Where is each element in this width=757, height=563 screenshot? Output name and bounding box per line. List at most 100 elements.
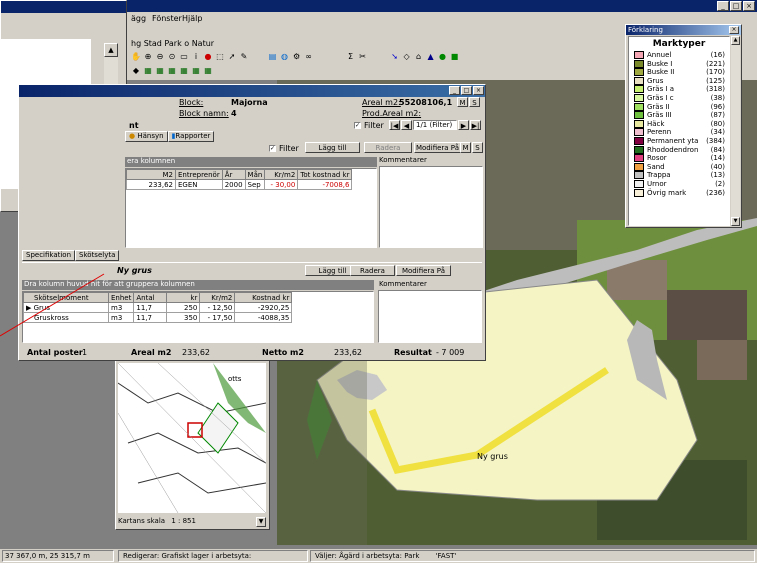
legend-scrollbar[interactable]: ▲ ▼ xyxy=(731,36,740,226)
col-kostnad[interactable]: Kostnad kr xyxy=(234,292,293,303)
arrow-icon[interactable]: ➘ xyxy=(390,52,400,62)
select-icon[interactable]: ⬚ xyxy=(215,52,225,62)
tool-c-icon[interactable]: ▦ xyxy=(155,66,165,76)
col-kr[interactable]: kr xyxy=(166,292,201,303)
footer-areal-label: Areal m2 xyxy=(131,348,172,357)
menu-item-window[interactable]: Fönster xyxy=(152,14,182,23)
tab-hansyn[interactable]: ● Hänsyn xyxy=(125,131,168,142)
legend-item[interactable]: Annuel (16) xyxy=(634,51,725,60)
legend-item[interactable]: Rhododendron (84) xyxy=(634,145,725,155)
close-button[interactable]: × xyxy=(743,1,755,11)
legend-scroll-down[interactable]: ▼ xyxy=(731,217,740,226)
col-lower-kr-m2[interactable]: Kr/m2 xyxy=(199,292,236,303)
legend-item[interactable]: Häck (80) xyxy=(634,119,725,129)
tools-icon[interactable]: ⚙ xyxy=(292,52,302,62)
table-row[interactable]: 233,62 EGEN 2000 Sep - 30,00 -7008,6 xyxy=(126,179,353,190)
legend-scroll-up[interactable]: ▲ xyxy=(731,36,740,45)
legend-item[interactable]: Övrig mark (236) xyxy=(634,188,725,198)
col-ar[interactable]: År xyxy=(221,169,246,180)
col-antal[interactable]: Antal xyxy=(133,292,168,303)
lower-kommentarer-box[interactable] xyxy=(378,290,482,343)
tab-m-button[interactable]: M xyxy=(460,142,471,153)
dialog-minimize-button[interactable]: _ xyxy=(449,86,460,95)
scroll-up-button[interactable]: ▲ xyxy=(104,43,118,57)
zoom-in-icon[interactable]: ⊕ xyxy=(143,52,153,62)
col-entreprenor[interactable]: Entreprenör xyxy=(175,169,223,180)
layers-icon[interactable]: ▤ xyxy=(268,52,278,62)
legend-item[interactable]: Rosor (14) xyxy=(634,154,725,163)
tool-b-icon[interactable]: ▦ xyxy=(143,66,153,76)
house-icon[interactable]: ⌂ xyxy=(414,52,424,62)
upper-kommentarer-box[interactable] xyxy=(379,166,483,248)
nav-record-field[interactable]: 1/1 (Filter) xyxy=(413,120,457,130)
areal-label: Areal m2: xyxy=(362,98,401,107)
draw-icon[interactable]: ✎ xyxy=(239,52,249,62)
radera-button[interactable]: Radera xyxy=(364,142,412,153)
nav-last-button[interactable]: ▶| xyxy=(470,120,481,130)
lower-radera-button[interactable]: Radera xyxy=(350,265,395,276)
measure-icon[interactable]: ▭ xyxy=(179,52,189,62)
minimize-button[interactable]: _ xyxy=(717,1,729,11)
overview-map[interactable]: otts xyxy=(118,363,266,513)
hand-icon[interactable]: ✋ xyxy=(131,52,141,62)
filter-checkbox[interactable]: ✓ xyxy=(354,122,361,129)
dialog-close-button[interactable]: × xyxy=(473,86,484,95)
col-tot-kostnad[interactable]: Tot kostnad kr xyxy=(297,169,353,180)
tab-rapporter[interactable]: ▮Rapporter xyxy=(167,131,215,142)
legend-item[interactable]: Gräs I a (318) xyxy=(634,85,725,94)
tab-skotselyta[interactable]: Skötselyta xyxy=(75,250,120,261)
shape-icon[interactable]: ◇ xyxy=(402,52,412,62)
filter2-checkbox[interactable]: ✓ xyxy=(269,145,276,152)
col-m2[interactable]: M2 xyxy=(126,169,176,180)
legend-item[interactable]: Permanent yta (384) xyxy=(634,136,725,146)
legend-item[interactable]: Trappa (13) xyxy=(634,171,725,180)
tool-g-icon[interactable]: ▦ xyxy=(203,66,213,76)
lagg-till-button[interactable]: Lägg till xyxy=(305,142,360,153)
info-icon[interactable]: i xyxy=(191,52,201,62)
col-man[interactable]: Mån xyxy=(244,169,266,180)
fill-icon[interactable]: ▲ xyxy=(426,52,436,62)
nav-prev-button[interactable]: ◀ xyxy=(401,120,412,130)
scale-dropdown-button[interactable]: ▼ xyxy=(256,517,266,527)
legend-item[interactable]: Buske II (170) xyxy=(634,68,725,77)
tool-a-icon[interactable]: ◆ xyxy=(131,66,141,76)
nav-next-button[interactable]: ▶ xyxy=(458,120,469,130)
nav-first-button[interactable]: |◀ xyxy=(389,120,400,130)
legend-item-name: Permanent yta xyxy=(647,136,699,145)
zoom-icon[interactable]: ⊙ xyxy=(167,52,177,62)
cell-enhet: m3 xyxy=(107,312,135,323)
dialog-maximize-button[interactable]: □ xyxy=(461,86,472,95)
link-icon[interactable]: ∞ xyxy=(304,52,314,62)
tab-specifikation[interactable]: Specifikation xyxy=(22,250,76,261)
circle-icon[interactable]: ● xyxy=(438,52,448,62)
legend-item[interactable]: Sand (40) xyxy=(634,162,725,172)
tool-d-icon[interactable]: ▦ xyxy=(167,66,177,76)
legend-close-button[interactable]: × xyxy=(729,26,739,34)
lower-modifiera-button[interactable]: Modifiera På xyxy=(396,265,451,276)
legend-item[interactable]: Buske I (221) xyxy=(634,59,725,69)
tool-f-icon[interactable]: ▦ xyxy=(191,66,201,76)
col-kr-m2[interactable]: Kr/m2 xyxy=(264,169,299,180)
col-enhet[interactable]: Enhet xyxy=(107,292,135,303)
tab-s-button[interactable]: S xyxy=(472,142,483,153)
areal-s-button[interactable]: S xyxy=(469,97,480,107)
tool-e-icon[interactable]: ▦ xyxy=(179,66,189,76)
legend-item[interactable]: Gräs I c (38) xyxy=(634,93,725,103)
stop-icon[interactable]: ● xyxy=(203,52,213,62)
edit-icon[interactable]: ✂ xyxy=(358,52,368,62)
legend-item[interactable]: Urnor (2) xyxy=(634,179,725,189)
square-icon[interactable]: ■ xyxy=(450,52,460,62)
zoom-out-icon[interactable]: ⊖ xyxy=(155,52,165,62)
sum-icon[interactable]: Σ xyxy=(346,52,356,62)
pointer-icon[interactable]: ➚ xyxy=(227,52,237,62)
legend-item[interactable]: Grus (125) xyxy=(634,76,725,86)
maximize-button[interactable]: □ xyxy=(730,1,742,11)
globe-icon[interactable]: ◍ xyxy=(280,52,290,62)
areal-m-button[interactable]: M xyxy=(457,97,468,107)
legend-item[interactable]: Gräs III (87) xyxy=(634,111,725,120)
legend-item[interactable]: Perenn (34) xyxy=(634,128,725,137)
legend-item[interactable]: Gräs II (96) xyxy=(634,102,725,112)
menu-item-view[interactable]: ägg xyxy=(131,14,146,23)
menu-item-help[interactable]: Hjälp xyxy=(182,14,202,23)
modifiera-button[interactable]: Modifiera På xyxy=(414,142,461,153)
